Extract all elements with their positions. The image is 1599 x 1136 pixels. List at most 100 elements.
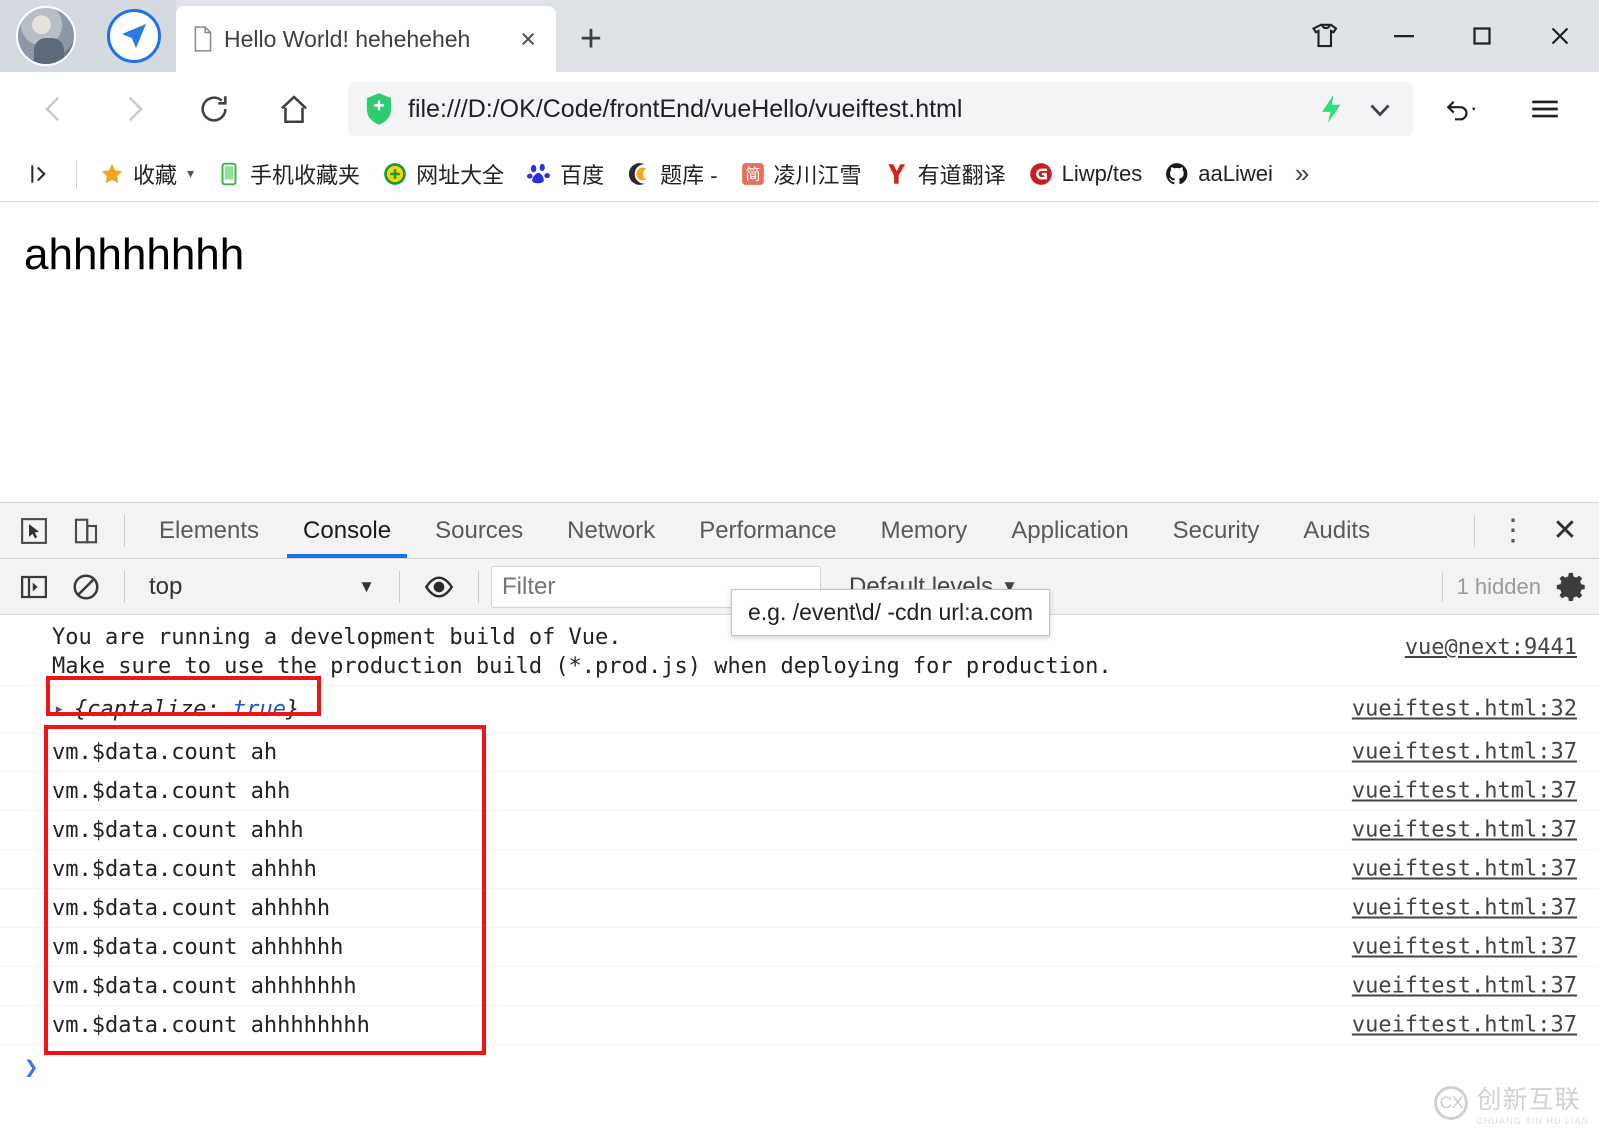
console-source-link[interactable]: vueiftest.html:37 xyxy=(1352,779,1577,804)
console-message-text: vm.$data.count ah xyxy=(52,738,277,767)
page-file-icon xyxy=(192,26,214,52)
console-message[interactable]: vm.$data.count ahhh vueiftest.html:37 xyxy=(0,811,1599,850)
minimize-icon[interactable] xyxy=(1365,0,1443,72)
baidu-paw-icon xyxy=(526,161,552,187)
watermark-en: CHUANG XIN HU LIAN xyxy=(1476,1116,1589,1126)
bookmark-label: 手机收藏夹 xyxy=(250,158,360,190)
url-text: file:///D:/OK/Code/frontEnd/vueHello/vue… xyxy=(408,95,1301,124)
filter-help-tooltip: e.g. /event\d/ -cdn url:a.com xyxy=(731,589,1050,636)
forward-button[interactable] xyxy=(94,79,174,139)
tab-memory[interactable]: Memory xyxy=(859,504,990,558)
bookmarks-panel-toggle[interactable] xyxy=(14,157,64,191)
tab-strip: Hello World! heheheheh × + xyxy=(176,0,626,72)
console-filter-right: 1 hidden xyxy=(1442,570,1589,604)
close-icon[interactable]: × xyxy=(514,26,542,53)
context-label: top xyxy=(149,573,348,601)
clear-console-icon[interactable] xyxy=(60,564,112,610)
chevron-down-icon[interactable]: ▾ xyxy=(187,165,194,182)
gear-icon[interactable] xyxy=(1555,570,1589,604)
chevron-down-icon[interactable] xyxy=(1363,92,1397,126)
back-button[interactable] xyxy=(14,79,94,139)
console-message-text: vm.$data.count ahh xyxy=(52,777,290,806)
console-source-link[interactable]: vueiftest.html:32 xyxy=(1352,697,1577,722)
undo-history-button[interactable] xyxy=(1421,79,1501,139)
bookmark-item-mobile-favorites[interactable]: 手机收藏夹 xyxy=(206,154,370,194)
tab-sources[interactable]: Sources xyxy=(413,504,545,558)
security-shield-icon xyxy=(364,92,394,126)
browser-toolbar: file:///D:/OK/Code/frontEnd/vueHello/vue… xyxy=(0,72,1599,146)
lightning-icon[interactable] xyxy=(1315,92,1349,126)
sidebar-toggle-icon xyxy=(28,161,54,187)
home-button[interactable] xyxy=(254,79,334,139)
tab-audits[interactable]: Audits xyxy=(1281,504,1392,558)
console-source-link[interactable]: vue@next:9441 xyxy=(1405,635,1577,660)
close-devtools-icon[interactable]: ✕ xyxy=(1539,508,1591,554)
hamburger-menu-icon[interactable] xyxy=(1505,79,1585,139)
browser-tab[interactable]: Hello World! heheheheh × xyxy=(176,6,556,72)
maximize-icon[interactable] xyxy=(1443,0,1521,72)
tab-performance[interactable]: Performance xyxy=(677,504,858,558)
tab-label: Audits xyxy=(1303,517,1370,545)
bookmark-item-youdao[interactable]: 有道翻译 xyxy=(874,154,1016,194)
watermark-cn: 创新互联 xyxy=(1476,1080,1589,1116)
console-sidebar-icon[interactable] xyxy=(8,564,60,610)
tab-elements[interactable]: Elements xyxy=(137,504,281,558)
console-source-link[interactable]: vueiftest.html:37 xyxy=(1352,818,1577,843)
bookmark-label: 收藏 xyxy=(133,158,177,190)
console-message[interactable]: vm.$data.count ahhhhhh vueiftest.html:37 xyxy=(0,928,1599,967)
bookmark-item-gitee[interactable]: Liwp/tes xyxy=(1018,157,1153,191)
tab-security[interactable]: Security xyxy=(1151,504,1282,558)
device-toolbar-icon[interactable] xyxy=(60,508,112,554)
live-expression-eye-icon[interactable] xyxy=(412,565,466,609)
browser-logo-button[interactable] xyxy=(92,0,176,72)
bookmark-label: 百度 xyxy=(560,158,604,190)
tab-application[interactable]: Application xyxy=(989,504,1150,558)
title-bar: Hello World! heheheheh × + xyxy=(0,0,1599,72)
divider xyxy=(124,571,125,603)
console-source-link[interactable]: vueiftest.html:37 xyxy=(1352,896,1577,921)
console-message[interactable]: vm.$data.count ah vueiftest.html:37 xyxy=(0,733,1599,772)
expand-triangle-icon[interactable]: ▸ xyxy=(54,699,64,719)
console-source-link[interactable]: vueiftest.html:37 xyxy=(1352,1013,1577,1038)
console-message[interactable]: ▸ {captalize: true} vueiftest.html:32 xyxy=(0,686,1599,733)
bookmarks-overflow-button[interactable]: » xyxy=(1285,158,1319,189)
close-window-icon[interactable] xyxy=(1521,0,1599,72)
more-options-icon[interactable]: ⋮ xyxy=(1487,508,1539,554)
tab-network[interactable]: Network xyxy=(545,504,677,558)
chevron-down-icon: ▼ xyxy=(358,577,375,597)
console-message-text: vm.$data.count ahhhh xyxy=(52,855,317,884)
bookmarks-bar: 收藏 ▾ 手机收藏夹 网址大全 xyxy=(0,146,1599,202)
user-avatar-button[interactable] xyxy=(0,0,92,72)
bookmark-item-site-directory[interactable]: 网址大全 xyxy=(372,154,514,194)
console-message[interactable]: vm.$data.count ahhhhhhhh vueiftest.html:… xyxy=(0,1006,1599,1045)
star-icon xyxy=(99,161,125,187)
tab-title: Hello World! heheheheh xyxy=(224,26,504,53)
bookmark-item-jianshu[interactable]: 简 凌川江雪 xyxy=(730,154,872,194)
console-message[interactable]: vm.$data.count ahhhhhhh vueiftest.html:3… xyxy=(0,967,1599,1006)
inspect-element-icon[interactable] xyxy=(8,508,60,554)
console-message[interactable]: vm.$data.count ahhhh vueiftest.html:37 xyxy=(0,850,1599,889)
console-output[interactable]: You are running a development build of V… xyxy=(0,617,1599,1136)
console-prompt[interactable]: ❯ xyxy=(0,1045,1599,1089)
tab-label: Memory xyxy=(881,517,968,545)
address-bar[interactable]: file:///D:/OK/Code/frontEnd/vueHello/vue… xyxy=(348,82,1413,136)
console-message[interactable]: vm.$data.count ahh vueiftest.html:37 xyxy=(0,772,1599,811)
console-source-link[interactable]: vueiftest.html:37 xyxy=(1352,935,1577,960)
console-source-link[interactable]: vueiftest.html:37 xyxy=(1352,974,1577,999)
bookmark-item-favorites[interactable]: 收藏 ▾ xyxy=(89,154,204,194)
shirt-icon[interactable] xyxy=(1287,0,1365,72)
bookmark-item-question-bank[interactable]: 题库 - xyxy=(616,154,727,194)
new-tab-button[interactable]: + xyxy=(556,6,626,72)
bookmark-item-github[interactable]: aaLiwei xyxy=(1154,157,1283,191)
reload-button[interactable] xyxy=(174,79,254,139)
tab-label: Security xyxy=(1173,517,1260,545)
page-viewport: ahhhhhhhh xyxy=(0,202,1599,502)
console-message[interactable]: vm.$data.count ahhhhh vueiftest.html:37 xyxy=(0,889,1599,928)
console-source-link[interactable]: vueiftest.html:37 xyxy=(1352,740,1577,765)
console-object-preview: {captalize: true} xyxy=(52,697,299,722)
console-source-link[interactable]: vueiftest.html:37 xyxy=(1352,857,1577,882)
tab-console[interactable]: Console xyxy=(281,504,413,558)
execution-context-select[interactable]: top ▼ xyxy=(137,566,387,608)
bookmark-item-baidu[interactable]: 百度 xyxy=(516,154,614,194)
bookmark-label: 有道翻译 xyxy=(918,158,1006,190)
